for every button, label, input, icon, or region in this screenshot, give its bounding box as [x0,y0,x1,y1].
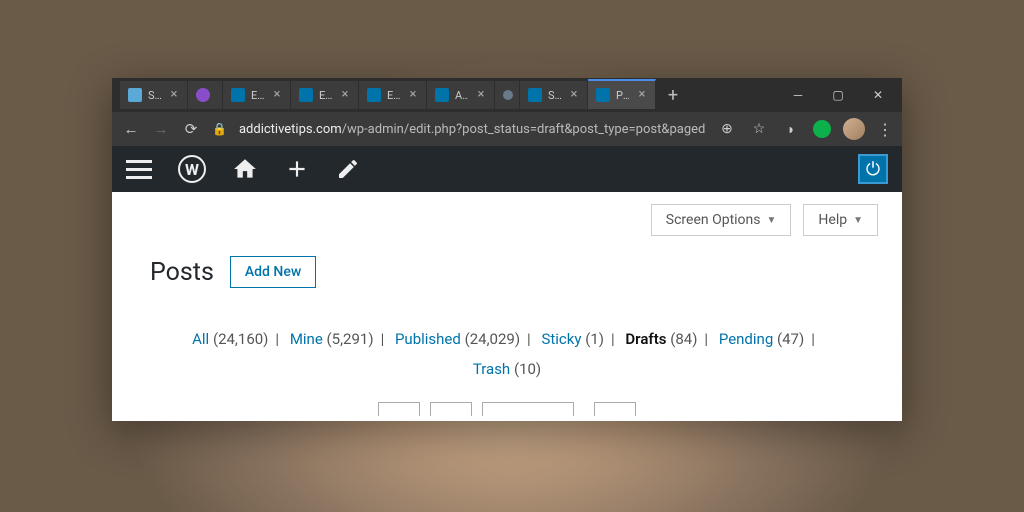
maximize-button[interactable]: ▢ [818,80,858,110]
post-status-filters: All (24,160)| Mine (5,291)| Published (2… [112,296,902,398]
tab-sage[interactable]: Sage× [120,81,188,109]
favicon [596,88,610,102]
close-icon[interactable]: × [270,88,284,102]
favicon [299,88,313,102]
favicon [128,88,142,102]
tab-search[interactable]: Sear× [520,81,588,109]
filter-pending[interactable]: Pending [719,330,773,348]
chevron-down-icon: ▼ [853,215,863,226]
page-title: Posts [150,258,214,287]
favicon [367,88,381,102]
add-new-button[interactable]: Add New [230,256,316,288]
grammarly-icon[interactable] [813,120,831,138]
menu-icon[interactable]: ⋮ [877,120,892,139]
filter-trash[interactable]: Trash [473,360,510,378]
tab-edit-3[interactable]: Edit× [359,81,427,109]
add-icon[interactable] [284,156,310,182]
browser-titlebar: Sage× Edit× Edit× Edit× Add× Sear× Post×… [112,78,902,112]
close-icon[interactable]: × [567,88,581,102]
control-box[interactable] [482,402,574,416]
window-controls: ─ ▢ ✕ [778,80,898,110]
control-box[interactable] [378,402,420,416]
reload-button[interactable]: ⟳ [182,120,200,138]
close-icon[interactable]: × [635,88,649,102]
extension-icon[interactable]: ◗ [781,121,801,138]
filter-published[interactable]: Published [395,330,461,348]
lock-icon[interactable]: 🔒 [212,122,227,136]
minimize-button[interactable]: ─ [778,80,818,110]
address-bar: ← → ⟳ 🔒 addictivetips.com/wp-admin/edit.… [112,112,902,146]
browser-window: Sage× Edit× Edit× Edit× Add× Sear× Post×… [112,78,902,421]
back-button[interactable]: ← [122,120,140,138]
control-box[interactable] [430,402,472,416]
url-field[interactable]: addictivetips.com/wp-admin/edit.php?post… [239,122,705,137]
close-icon[interactable]: × [474,88,488,102]
close-icon[interactable]: × [338,88,352,102]
favicon [196,88,210,102]
bookmark-icon[interactable]: ☆ [749,121,769,137]
favicon [503,90,513,100]
close-icon[interactable]: × [406,88,420,102]
forward-button[interactable]: → [152,120,170,138]
page-header: Posts Add New [112,248,902,296]
new-tab-button[interactable]: + [660,82,686,108]
filter-sticky[interactable]: Sticky [541,330,581,348]
reader-icon[interactable]: ⊕ [717,121,737,137]
close-icon[interactable]: × [167,88,181,102]
tab-strip: Sage× Edit× Edit× Edit× Add× Sear× Post×… [120,78,778,112]
favicon [528,88,542,102]
tab-purple[interactable] [188,81,223,109]
help-button[interactable]: Help▼ [803,204,878,236]
wordpress-logo-icon[interactable]: W [178,155,206,183]
edit-icon[interactable] [336,157,360,181]
top-controls: Screen Options▼ Help▼ [112,192,902,248]
tab-edit-2[interactable]: Edit× [291,81,359,109]
tab-posts[interactable]: Post× [588,79,656,109]
menu-icon[interactable] [126,160,152,179]
wordpress-toolbar: W ⏻ [112,146,902,192]
chevron-down-icon: ▼ [767,215,777,226]
control-box[interactable] [594,402,636,416]
filter-mine[interactable]: Mine [290,330,323,348]
screen-options-button[interactable]: Screen Options▼ [651,204,792,236]
home-icon[interactable] [232,156,258,182]
profile-avatar[interactable] [843,118,865,140]
power-icon[interactable]: ⏻ [858,154,888,184]
tab-loading[interactable] [495,81,520,109]
bulk-actions-row [112,398,902,416]
filter-drafts[interactable]: Drafts [625,330,666,348]
filter-all[interactable]: All [192,330,209,348]
close-button[interactable]: ✕ [858,80,898,110]
tab-add[interactable]: Add× [427,81,495,109]
favicon [231,88,245,102]
favicon [435,88,449,102]
tab-edit-1[interactable]: Edit× [223,81,291,109]
page-content: Screen Options▼ Help▼ Posts Add New All … [112,192,902,421]
